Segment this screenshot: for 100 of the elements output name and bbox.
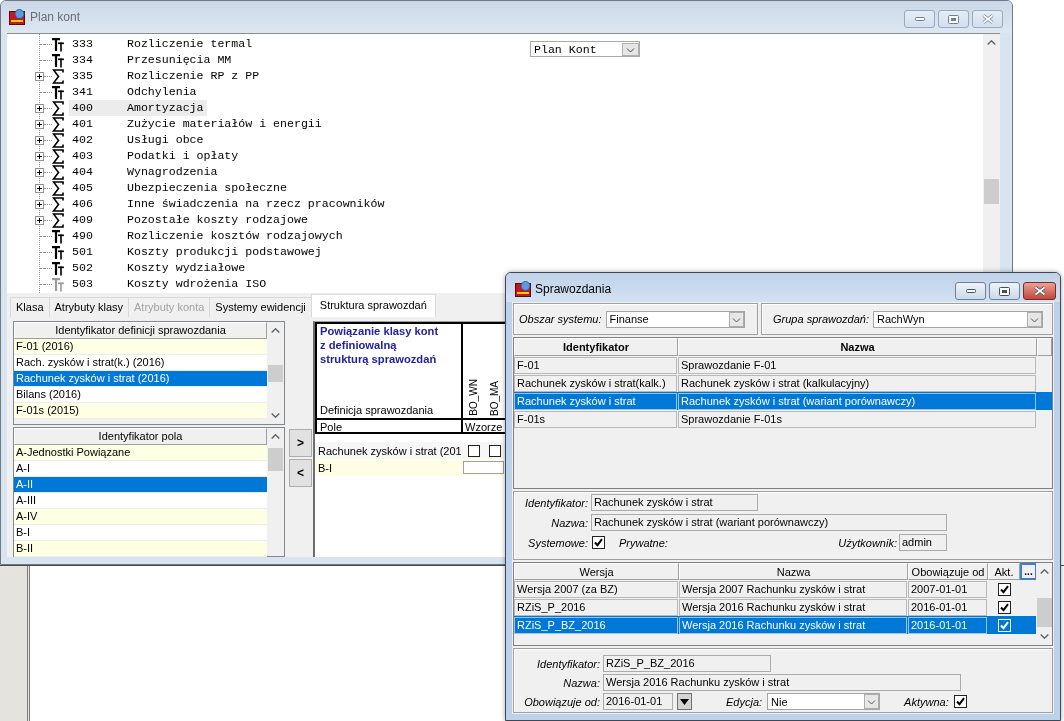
identifier-field[interactable]: Rachunek zysków i strat — [591, 494, 758, 511]
checkbox[interactable] — [467, 444, 480, 457]
input-field[interactable] — [463, 461, 504, 474]
arrow-button[interactable]: < — [289, 459, 312, 487]
tree-item[interactable]: 401 Zużycie materiałów i energii — [69, 116, 325, 132]
close-button[interactable] — [1023, 282, 1056, 300]
tree-item[interactable]: 404 Wynagrodzenia — [69, 164, 221, 180]
expand-icon[interactable] — [35, 199, 44, 209]
column-header: BO_WN — [468, 379, 479, 416]
list-item[interactable]: Rach. zysków i strat(k.) (2016) — [14, 355, 267, 371]
tree-item[interactable]: 405 Ubezpieczenia społeczne — [69, 180, 290, 196]
chevron-up-icon[interactable] — [271, 434, 280, 439]
tree-item[interactable]: 335 Rozliczenie RP z PP — [69, 68, 263, 84]
triangle-down-icon — [680, 698, 689, 705]
tab[interactable]: Klasa — [10, 297, 50, 317]
tree-item[interactable]: 403 Podatki i opłaty — [69, 148, 242, 164]
column-header: Nazwa — [678, 338, 1037, 356]
expand-icon[interactable] — [35, 151, 44, 161]
minimize-button[interactable] — [955, 282, 986, 300]
field-label: Obszar systemu: — [519, 313, 602, 325]
chevron-up-icon[interactable] — [1039, 569, 1049, 574]
vertical-scrollbar[interactable] — [983, 34, 1000, 272]
tree-item[interactable]: 402 Usługi obce — [69, 132, 207, 148]
table-row[interactable]: F-01 Sprawozdanie F-01 — [514, 356, 1052, 374]
sigma-icon — [52, 148, 64, 164]
dropdown[interactable]: Nie — [767, 693, 881, 710]
row-header: Definicja sprawozdania — [320, 404, 435, 417]
field-label: Aktywna: — [904, 695, 949, 708]
list-item[interactable]: F-01 (2016) — [14, 339, 267, 355]
expand-icon[interactable] — [35, 167, 44, 177]
tree-item[interactable]: 400 Amortyzacja — [69, 100, 207, 116]
table-row[interactable]: RZiS_P_BZ_2016 Wersja 2016 Rachunku zysków i strat 2016-01-01 — [514, 616, 1036, 634]
column-header: Identyfikator — [514, 338, 678, 356]
checkbox[interactable] — [592, 536, 605, 549]
chevron-up-icon[interactable] — [987, 40, 996, 45]
scrollbar-thumb[interactable] — [1036, 598, 1052, 627]
list-item[interactable]: A-Jednostki Powiązane — [14, 445, 267, 461]
table-row[interactable]: Rachunek zysków i strat(kalk.) Rachunek zysków i strat (kalkulacyjny) — [514, 374, 1052, 392]
checkbox[interactable] — [998, 600, 1011, 614]
dropdown[interactable]: RachWyn — [873, 310, 1043, 328]
table-cell: Wersja 2007 Rachunku zysków i strat — [679, 580, 907, 598]
date-picker-button[interactable] — [677, 693, 692, 710]
column-header: BO_MA — [489, 381, 500, 416]
tree-item[interactable]: 333 Rozliczenie termal — [69, 36, 256, 52]
expand-icon[interactable] — [35, 183, 44, 193]
expand-icon[interactable] — [35, 71, 44, 81]
dropdown[interactable]: Finanse — [605, 310, 745, 328]
list-item[interactable]: A-I — [14, 461, 267, 477]
field-label: Nazwa: — [550, 516, 588, 529]
arrow-button[interactable]: > — [289, 429, 312, 457]
checkbox[interactable] — [488, 444, 501, 457]
maximize-icon — [948, 14, 959, 24]
chevron-down-icon[interactable] — [1039, 634, 1049, 639]
maximize-button[interactable] — [989, 282, 1020, 300]
tree-item[interactable]: 490 Rozliczenie kosztów rodzajowych — [69, 228, 346, 244]
tree-item[interactable]: 502 Koszty wydziałowe — [69, 260, 249, 276]
scrollbar-thumb[interactable] — [268, 365, 283, 382]
expand-icon[interactable] — [35, 119, 44, 129]
identifier-field[interactable]: RZiS_P_BZ_2016 — [603, 655, 771, 672]
chevron-up-icon[interactable] — [271, 328, 280, 333]
list-item[interactable]: Bilans (2016) — [14, 387, 267, 403]
date-field[interactable]: 2016-01-01 — [603, 693, 673, 710]
list-item[interactable]: F-01s (2015) — [14, 403, 267, 419]
list-item[interactable]: A-III — [14, 493, 267, 509]
name-field[interactable]: Rachunek zysków i strat (wariant porównawczy) — [591, 514, 947, 531]
table-cell: RZiS_P_BZ_2016 — [514, 616, 678, 634]
expand-icon[interactable] — [35, 135, 44, 145]
tree-item[interactable]: 501 Koszty produkcji podstawowej — [69, 244, 325, 260]
tree-item[interactable]: 406 Inne świadczenia na rzecz pracowników — [69, 196, 388, 212]
list-item[interactable]: A-IV — [14, 509, 267, 525]
tab[interactable]: Struktura sprawozdań — [310, 294, 436, 317]
tree-item[interactable]: 503 Koszty wdrożenia ISO — [69, 276, 270, 292]
expand-icon[interactable] — [35, 215, 44, 225]
tree-item[interactable]: 409 Pozostałe koszty rodzajowe — [69, 212, 311, 228]
tree-item[interactable]: 334 Przesunięcia MM — [69, 52, 235, 68]
checkbox[interactable] — [953, 695, 967, 708]
tree-item[interactable]: 341 Odchylenia — [69, 84, 200, 100]
list-item[interactable]: A-II — [14, 477, 267, 493]
table-cell: F-01 — [514, 356, 677, 374]
list-item[interactable]: B-I — [14, 525, 267, 541]
list-item[interactable]: B-II — [14, 541, 267, 557]
plan-dropdown[interactable]: Plan Kont — [530, 41, 640, 57]
table-row[interactable]: F-01s Sprawozdanie F-01s — [514, 410, 1052, 428]
table-row[interactable]: RZiS_P_2016 Wersja 2016 Rachunku zysków i strat 2016-01-01 — [514, 598, 1036, 616]
list-item[interactable]: Rachunek zysków i strat (2016) — [14, 371, 267, 387]
table-row[interactable]: Rachunek zysków i strat Rachunek zysków i strat (wariant porównawczy) — [514, 392, 1052, 410]
expand-icon[interactable] — [35, 103, 44, 113]
t-letter-icon — [52, 276, 64, 292]
scrollbar-thumb[interactable] — [268, 448, 283, 471]
checkbox[interactable] — [998, 582, 1011, 596]
sigma-icon — [52, 132, 64, 148]
field-label: Grupa sprawozdań: — [773, 313, 869, 325]
table-cell: Rachunek zysków i strat — [514, 392, 677, 410]
user-field[interactable]: admin — [899, 534, 947, 551]
sigma-icon — [52, 116, 64, 132]
name-field[interactable]: Wersja 2016 Rachunku zysków i strat — [603, 674, 961, 691]
scrollbar-thumb[interactable] — [984, 179, 999, 204]
table-row[interactable]: Wersja 2007 (za BZ) Wersja 2007 Rachunku zysków i strat 2007-01-01 — [514, 580, 1036, 598]
chevron-down-icon[interactable] — [271, 413, 280, 418]
field-label: Obowiązuje od: — [523, 695, 600, 708]
